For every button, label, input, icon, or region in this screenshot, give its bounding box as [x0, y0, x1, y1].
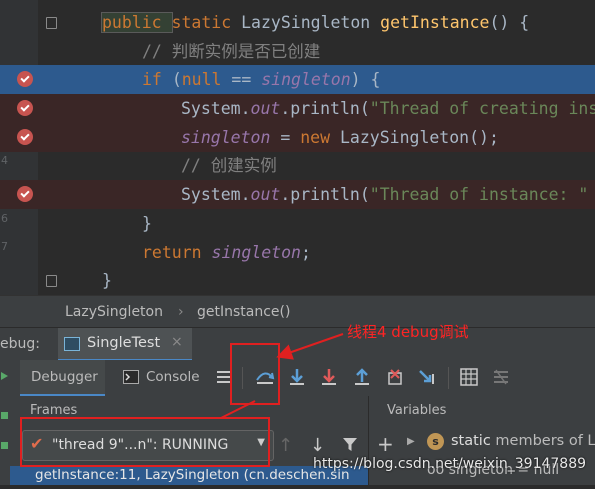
watermark-text: https://blog.csdn.net/weixin_39147889 — [313, 456, 587, 472]
annotation-label: 线程4 debug调试 — [347, 323, 469, 341]
annotation-arrows — [220, 333, 344, 419]
